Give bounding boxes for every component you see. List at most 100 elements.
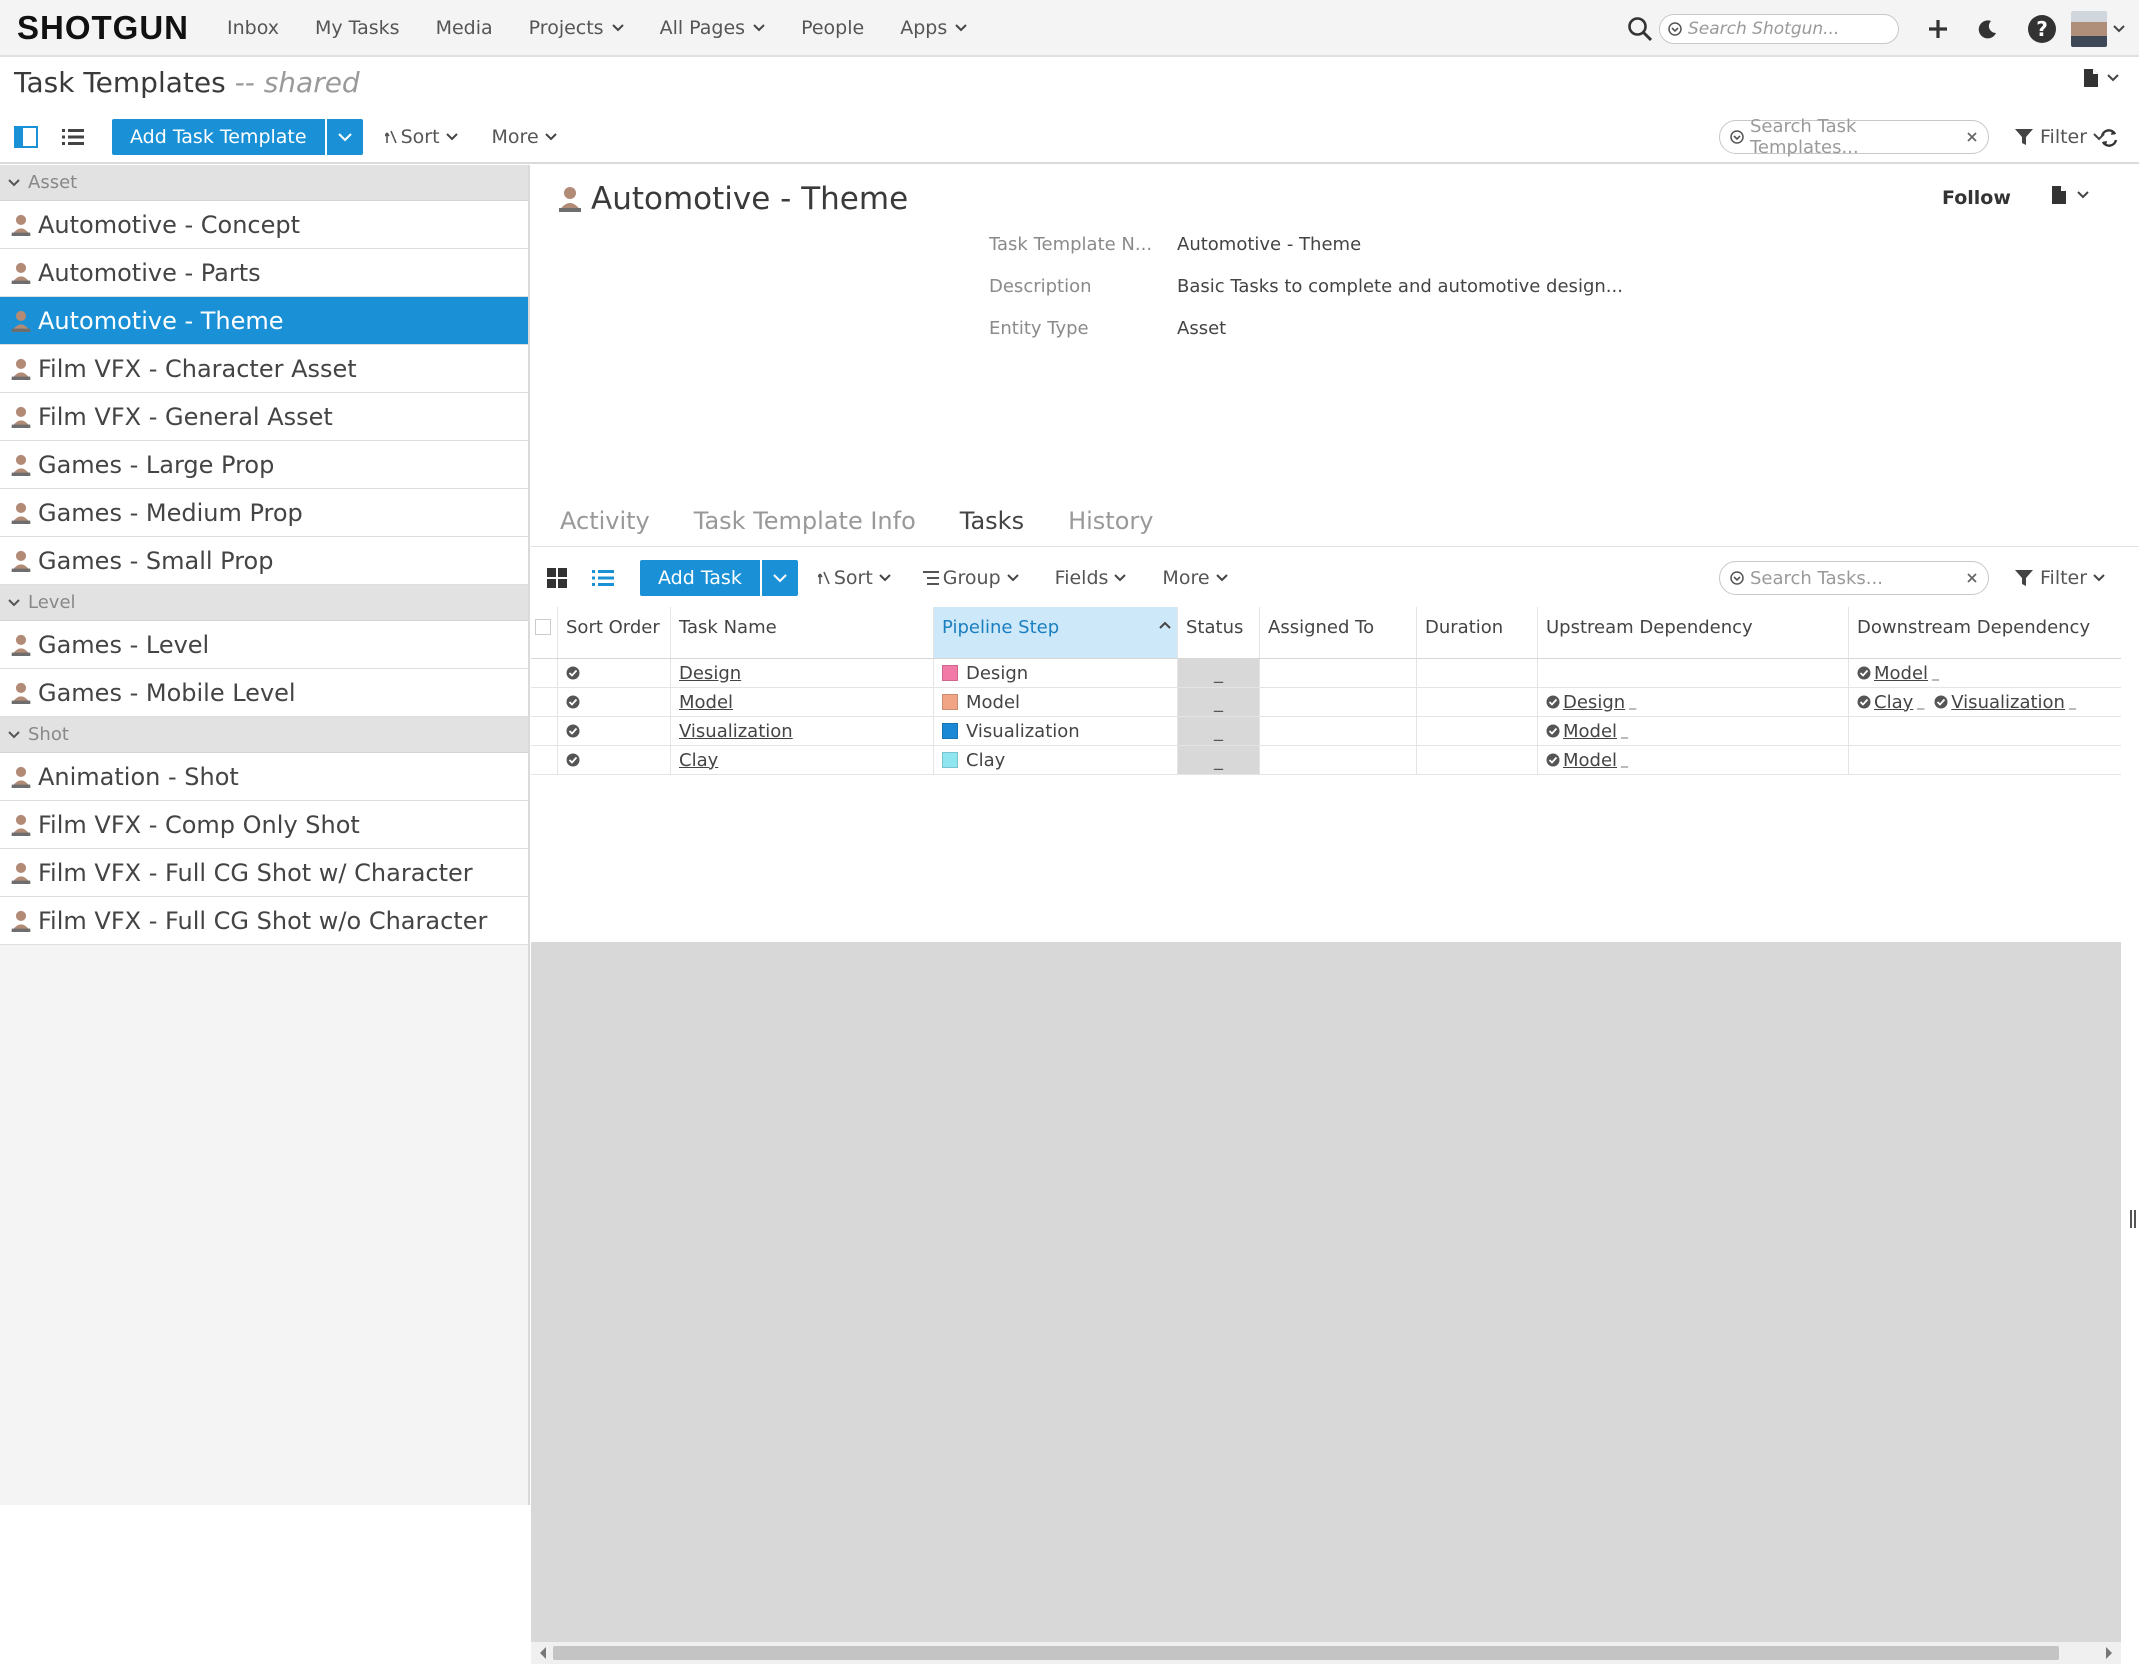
add-task-template-dropdown[interactable] [326,119,363,155]
list-view-icon[interactable] [62,128,84,146]
column-sort-order[interactable]: Sort Order [558,607,671,658]
nav-media[interactable]: Media [436,17,493,39]
add-task-button[interactable]: Add Task [640,560,760,596]
grid-view-icon[interactable] [546,567,568,589]
dependency-link[interactable]: Model [1563,750,1617,771]
detail-view-icon[interactable] [14,126,38,148]
column-pipeline-step[interactable]: Pipeline Step [934,607,1178,658]
table-row[interactable]: Visualization Visualization _ Model _ [531,717,2121,746]
status-cell[interactable]: _ [1178,688,1260,716]
assigned-to-cell[interactable] [1260,717,1417,745]
column-assigned-to[interactable]: Assigned To [1260,607,1417,658]
tab-history[interactable]: History [1068,495,1153,535]
row-checkbox-cell[interactable] [531,717,558,745]
panel-resize-handle[interactable] [2129,1210,2137,1228]
nav-all-pages[interactable]: All Pages [660,17,766,39]
chevron-down-icon[interactable] [2113,24,2125,33]
add-task-template-button[interactable]: Add Task Template [112,119,325,155]
avatar[interactable] [2071,10,2107,47]
scroll-right-icon[interactable] [2105,1647,2113,1659]
tab-tasks[interactable]: Tasks [960,495,1024,535]
page-document-menu[interactable] [2083,68,2119,88]
duration-cell[interactable] [1417,717,1538,745]
nav-my-tasks[interactable]: My Tasks [315,17,400,39]
column-duration[interactable]: Duration [1417,607,1538,658]
column-task-name[interactable]: Task Name [671,607,934,658]
list-item[interactable]: Film VFX - General Asset [0,393,528,441]
list-item[interactable]: Film VFX - Character Asset [0,345,528,393]
row-checkbox-cell[interactable] [531,659,558,687]
group-header-asset[interactable]: Asset [0,165,528,201]
dependency-link[interactable]: Visualization [1951,692,2065,713]
group-header-shot[interactable]: Shot [0,717,528,753]
row-checkbox-cell[interactable] [531,746,558,774]
tasks-sort-button[interactable]: Sort [817,567,891,589]
assigned-to-cell[interactable] [1260,746,1417,774]
list-item[interactable]: Film VFX - Full CG Shot w/o Character [0,897,528,945]
nav-people[interactable]: People [801,17,864,39]
global-search-input[interactable]: Search Shotgun... [1659,13,1899,44]
task-name-link[interactable]: Clay [679,750,718,771]
clear-icon[interactable] [1966,131,1978,143]
field-value[interactable]: Asset [1177,318,1226,339]
duration-cell[interactable] [1417,659,1538,687]
search-icon[interactable] [1627,16,1653,42]
select-all-checkbox[interactable] [531,607,558,658]
scrollbar-thumb[interactable] [553,1646,2059,1660]
column-upstream-dependency[interactable]: Upstream Dependency [1538,607,1849,658]
tasks-group-button[interactable]: Group [922,567,1019,589]
plus-icon[interactable] [1927,18,1949,40]
logo[interactable]: SHOTGUN [17,9,189,47]
table-row[interactable]: Clay Clay _ Model _ [531,746,2121,775]
column-downstream-dependency[interactable]: Downstream Dependency [1849,607,2121,658]
duration-cell[interactable] [1417,688,1538,716]
list-item[interactable]: Games - Medium Prop [0,489,528,537]
task-name-link[interactable]: Visualization [679,721,793,742]
add-task-dropdown[interactable] [761,560,798,596]
tasks-fields-button[interactable]: Fields [1055,567,1127,589]
dependency-link[interactable]: Model [1563,721,1617,742]
tasks-more-button[interactable]: More [1162,567,1228,589]
list-item[interactable]: Games - Small Prop [0,537,528,585]
tab-activity[interactable]: Activity [560,495,650,535]
more-button[interactable]: More [492,126,557,148]
table-row[interactable]: Design Design _ Model _ [531,659,2121,688]
list-item[interactable]: Games - Mobile Level [0,669,528,717]
field-value[interactable]: Basic Tasks to complete and automotive d… [1177,276,1623,297]
list-item[interactable]: Games - Level [0,621,528,669]
list-item[interactable]: Automotive - Theme [0,297,528,345]
sort-button[interactable]: Sort [384,126,458,148]
list-view-icon[interactable] [592,569,614,587]
follow-button[interactable]: Follow [1942,187,2011,209]
nav-apps[interactable]: Apps [900,17,967,39]
nav-inbox[interactable]: Inbox [227,17,279,39]
help-icon[interactable]: ? [2027,14,2057,44]
duration-cell[interactable] [1417,746,1538,774]
list-item[interactable]: Automotive - Parts [0,249,528,297]
detail-document-menu[interactable] [2051,185,2089,205]
clear-icon[interactable] [1966,572,1978,584]
list-item[interactable]: Games - Large Prop [0,441,528,489]
moon-icon[interactable] [1977,18,1999,40]
list-item[interactable]: Film VFX - Comp Only Shot [0,801,528,849]
column-status[interactable]: Status [1178,607,1260,658]
dependency-link[interactable]: Clay [1874,692,1913,713]
assigned-to-cell[interactable] [1260,659,1417,687]
dependency-link[interactable]: Design [1563,692,1625,713]
list-item[interactable]: Film VFX - Full CG Shot w/ Character [0,849,528,897]
table-row[interactable]: Model Model _ Design _ Clay _ Visualization _ [531,688,2121,717]
task-templates-search-input[interactable]: Search Task Templates... [1719,116,1989,158]
dependency-link[interactable]: Model [1874,663,1928,684]
list-item[interactable]: Animation - Shot [0,753,528,801]
row-checkbox-cell[interactable] [531,688,558,716]
horizontal-scrollbar[interactable] [531,1642,2121,1664]
nav-projects[interactable]: Projects [529,17,624,39]
task-name-link[interactable]: Design [679,663,741,684]
task-name-link[interactable]: Model [679,692,733,713]
field-value[interactable]: Automotive - Theme [1177,234,1361,255]
status-cell[interactable]: _ [1178,746,1260,774]
status-cell[interactable]: _ [1178,659,1260,687]
scroll-left-icon[interactable] [539,1647,547,1659]
assigned-to-cell[interactable] [1260,688,1417,716]
tab-task-template-info[interactable]: Task Template Info [694,495,916,535]
